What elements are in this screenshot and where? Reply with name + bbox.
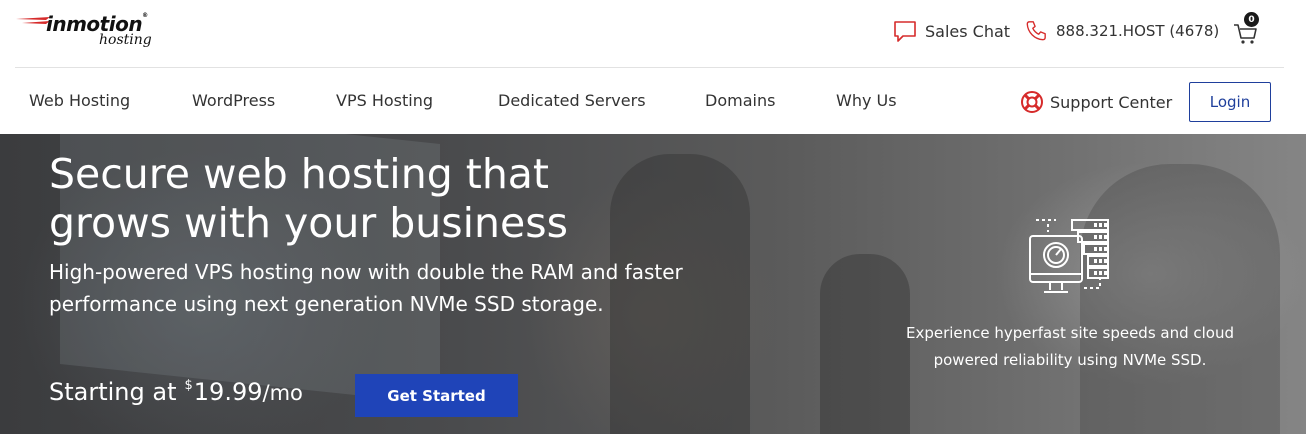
price-suffix: /mo: [262, 381, 303, 405]
get-started-button[interactable]: Get Started: [355, 374, 518, 417]
hero-feature-note: Experience hyperfast site speeds and clo…: [905, 324, 1235, 369]
price-prefix: Starting at: [49, 378, 177, 406]
main-nav: Web Hosting WordPress VPS Hosting Dedica…: [0, 68, 1306, 134]
nav-dedicated-servers[interactable]: Dedicated Servers: [498, 91, 646, 110]
phone-number: 888.321.HOST (4678): [1056, 22, 1220, 40]
logo-subtext: hosting: [99, 32, 152, 48]
hero-title: Secure web hosting that grows with your …: [49, 150, 568, 247]
hero-price: Starting at $ 19.99 /mo: [49, 378, 303, 406]
nav-wordpress[interactable]: WordPress: [192, 91, 275, 110]
hero-subtitle: High-powered VPS hosting now with double…: [49, 260, 683, 316]
sales-chat-link[interactable]: Sales Chat: [893, 18, 1010, 44]
nav-why-us[interactable]: Why Us: [836, 91, 897, 110]
nav-vps-hosting[interactable]: VPS Hosting: [336, 91, 433, 110]
nav-domains[interactable]: Domains: [705, 91, 775, 110]
hero-banner: Secure web hosting that grows with your …: [0, 134, 1306, 434]
server-speedometer-icon: [1029, 219, 1109, 293]
cart-button[interactable]: 0: [1232, 12, 1262, 46]
phone-link[interactable]: 888.321.HOST (4678): [1025, 18, 1219, 44]
sales-chat-label: Sales Chat: [925, 21, 1011, 41]
lifebuoy-icon: [1021, 91, 1043, 113]
price-amount: 19.99: [193, 378, 263, 406]
top-header: inmotion® hosting Sales Chat 888.321.HOS…: [0, 0, 1306, 67]
support-center-link[interactable]: Support Center: [1020, 90, 1172, 114]
cart-count-badge: 0: [1244, 12, 1259, 27]
login-button[interactable]: Login: [1189, 82, 1271, 122]
inmotion-logo[interactable]: inmotion® hosting: [16, 12, 166, 54]
support-center-label: Support Center: [1050, 92, 1173, 112]
phone-icon: [1026, 21, 1046, 41]
price-currency: $: [184, 378, 193, 393]
chat-bubble-icon: [894, 21, 916, 42]
nav-web-hosting[interactable]: Web Hosting: [29, 91, 130, 110]
